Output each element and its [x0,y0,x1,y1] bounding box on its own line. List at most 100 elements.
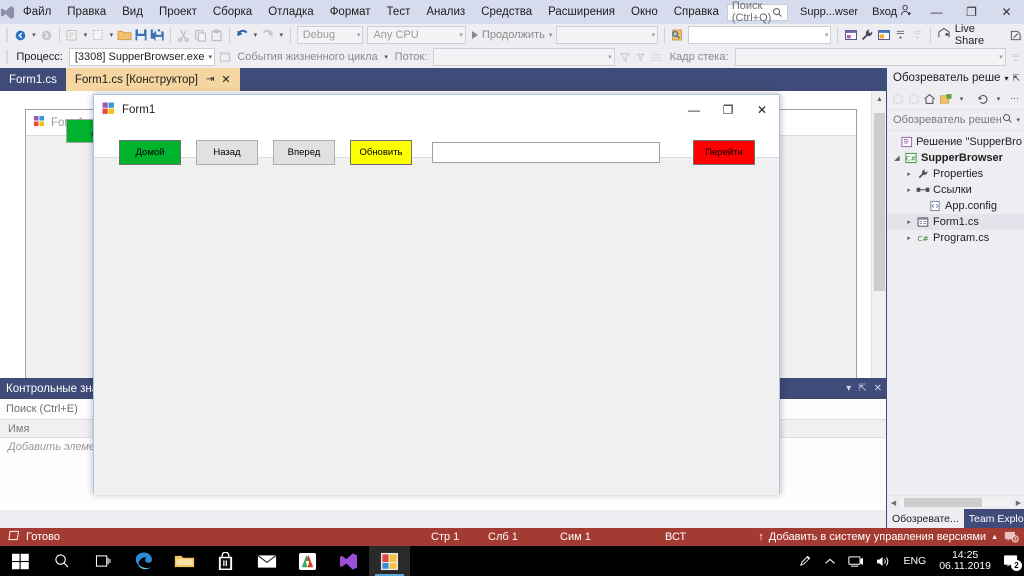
tab-form1-designer[interactable]: Form1.cs [Конструктор] ⇥ ✕ [65,68,240,91]
running-app-button[interactable] [369,546,410,576]
stack-frame-combo[interactable]: ▾ [734,48,1006,66]
home-button[interactable]: Домой [119,140,181,165]
form1-title-bar[interactable]: Form1 — ❐ ✕ [94,95,779,124]
clock[interactable]: 14:25 06.11.2019 [932,546,998,576]
lifecycle-dropdown[interactable]: ▾ [382,47,391,67]
media-button[interactable] [287,546,328,576]
redo-dropdown[interactable]: ▾ [277,25,286,45]
wrench-icon[interactable] [859,25,876,45]
menu-build[interactable]: Сборка [205,0,260,24]
menu-tools[interactable]: Средства [473,0,540,24]
thread-combo[interactable]: ▾ [433,48,615,66]
menu-analyze[interactable]: Анализ [418,0,473,24]
solution-explorer-horizontal-scrollbar[interactable]: ◀ ▶ [887,495,1024,509]
chevron-down-icon[interactable]: ▾ [846,383,851,394]
chevron-down-icon[interactable]: ▾ [1004,74,1008,83]
toolbar-options-icon[interactable] [909,25,926,45]
menu-help[interactable]: Справка [666,0,727,24]
start-button[interactable] [0,546,41,576]
search-button[interactable] [41,546,82,576]
maximize-button[interactable]: ❐ [954,0,989,24]
volume-icon[interactable] [870,546,897,576]
continue-button[interactable]: Продолжить ▾ [468,29,552,41]
chevron-down-icon[interactable]: ▾ [991,90,1006,108]
solution-platform-combo[interactable]: Any CPU ▾ [367,26,466,44]
chevron-down-icon[interactable]: ▾ [1013,116,1020,124]
quick-search-input[interactable]: Поиск (Ctrl+Q) [726,0,789,24]
menu-view[interactable]: Вид [114,0,151,24]
scroll-up-icon[interactable]: ▲ [872,91,886,107]
source-control-chevron-icon[interactable]: ▲ [991,534,998,541]
pin-icon[interactable]: ⇱ [1012,73,1020,84]
tree-node-properties[interactable]: ▸ Properties [887,166,1024,182]
form1-maximize-button[interactable]: ❐ [711,95,745,124]
filter-icon[interactable] [617,47,633,67]
tree-expander[interactable]: ▸ [903,218,915,226]
tab-team-explorer[interactable]: Team Explor... [963,509,1024,528]
pending-changes-icon[interactable] [938,90,953,108]
go-button[interactable]: Перейти [693,140,755,165]
tree-node-app-config[interactable]: App.config [887,198,1024,214]
tree-expander[interactable]: ▸ [903,186,915,194]
pin-icon[interactable]: ⇥ [206,74,214,85]
form1-close-button[interactable]: ✕ [745,95,779,124]
scroll-left-icon[interactable]: ◀ [887,499,900,507]
overflow-icon[interactable]: ⋯ [1007,90,1022,108]
window-layout-icon[interactable] [876,25,893,45]
menu-edit[interactable]: Правка [59,0,114,24]
chevron-down-icon[interactable]: ▾ [954,90,969,108]
tree-expander[interactable]: ▸ [903,234,915,242]
store-button[interactable] [205,546,246,576]
save-icon[interactable] [133,25,150,45]
save-all-icon[interactable] [149,25,166,45]
designer-scroll-thumb[interactable] [874,113,885,291]
user-add-icon[interactable] [897,4,915,20]
minimize-button[interactable]: — [919,0,954,24]
scroll-track[interactable] [900,498,1012,507]
action-center-button[interactable]: 2 [998,546,1024,576]
tree-expander[interactable]: ◢ [891,154,903,162]
pen-icon[interactable] [792,546,818,576]
preview-changes-icon[interactable] [842,25,859,45]
tab-form1-cs[interactable]: Form1.cs [0,68,66,91]
new-item-icon[interactable] [90,25,107,45]
menu-format[interactable]: Формат [322,0,379,24]
signin-label[interactable]: Вход [864,6,897,18]
new-project-dropdown[interactable]: ▾ [81,25,90,45]
copy-icon[interactable] [192,25,209,45]
refresh-button[interactable]: Обновить [350,140,412,165]
solution-explorer-search-input[interactable]: Обозреватель решений ▾ [887,110,1024,131]
new-item-dropdown[interactable]: ▾ [107,25,116,45]
menu-debug[interactable]: Отладка [260,0,321,24]
undo-icon[interactable] [234,25,251,45]
toolbar-grip[interactable] [3,26,11,44]
close-button[interactable]: ✕ [989,0,1024,24]
form1-minimize-button[interactable]: — [677,95,711,124]
home-icon[interactable] [922,90,937,108]
address-input[interactable] [432,142,660,163]
forward-button[interactable]: Вперед [273,140,335,165]
network-icon[interactable] [842,546,870,576]
solution-configuration-combo[interactable]: Debug ▾ [296,26,364,44]
mail-button[interactable] [246,546,287,576]
lifecycle-icon[interactable] [217,47,233,67]
navigate-back-icon[interactable] [13,25,30,45]
navigate-forward-icon[interactable] [38,25,55,45]
navigate-back-dropdown[interactable]: ▾ [29,25,38,45]
sort-icon[interactable] [649,47,665,67]
notification-icon[interactable]: 2 [1003,530,1020,544]
scroll-thumb[interactable] [904,498,982,507]
source-control-label[interactable]: Добавить в систему управления версиями [769,531,986,543]
toolbar-grip[interactable] [3,48,10,66]
forward-icon[interactable] [906,90,921,108]
startup-project-combo[interactable]: ▾ [556,26,659,44]
new-project-icon[interactable] [64,25,81,45]
menu-project[interactable]: Проект [151,0,205,24]
close-icon[interactable]: ✕ [221,73,230,86]
find-combo[interactable]: ▾ [687,26,832,44]
close-icon[interactable]: ✕ [874,383,882,394]
redo-icon[interactable] [260,25,277,45]
pin-icon[interactable]: ⇱ [858,383,866,394]
account-name[interactable]: Supp...wser [794,6,864,18]
tree-node-program-cs[interactable]: ▸ C# Program.cs [887,230,1024,246]
